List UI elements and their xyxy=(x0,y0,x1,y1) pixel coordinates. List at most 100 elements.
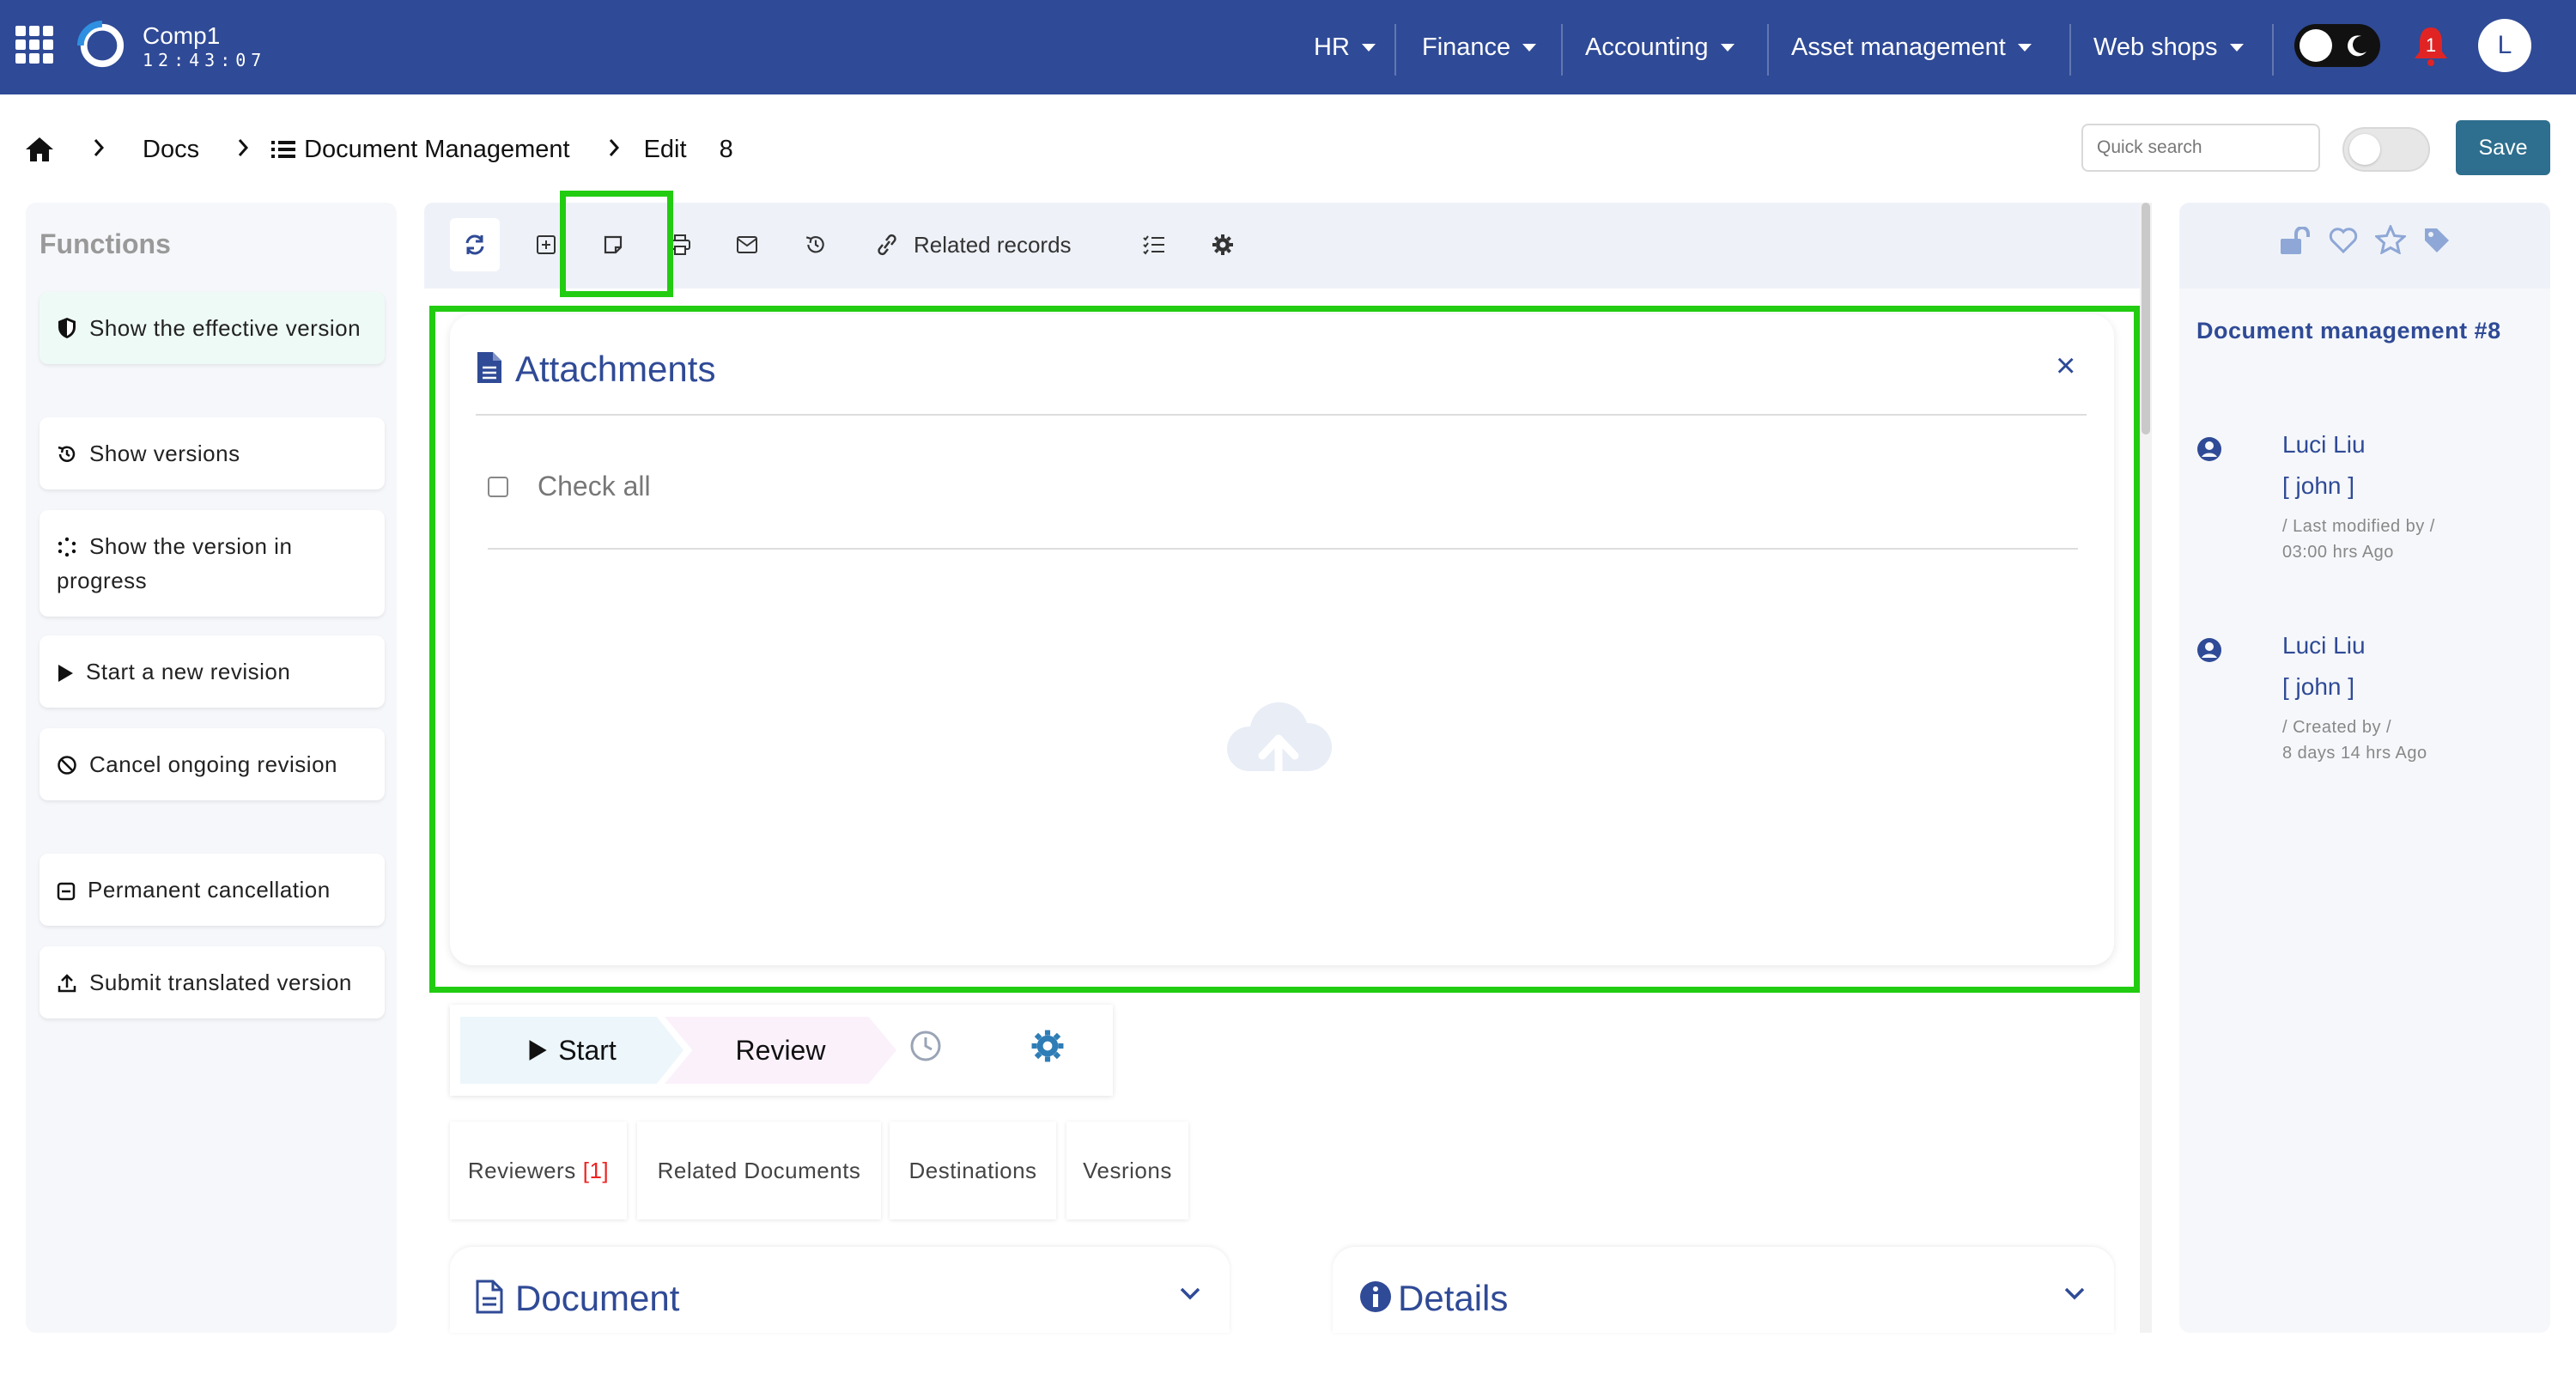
details-card: Details xyxy=(1333,1247,2114,1333)
record-toolbar: Related records xyxy=(424,203,2147,289)
entry-meta: / Last modified by / 03:00 hrs Ago xyxy=(2282,514,2435,565)
function-show-version-in-progress[interactable]: Show the version in progress xyxy=(39,510,385,617)
top-navbar: Comp1 12:43:07 HR Finance Accounting Ass… xyxy=(0,0,2576,94)
menu-finance[interactable]: Finance xyxy=(1422,0,1537,94)
tag-icon[interactable] xyxy=(2423,227,2451,254)
tab-reviewers[interactable]: Reviewers [1] xyxy=(450,1122,627,1219)
document-card: Document xyxy=(450,1247,1230,1333)
history-icon xyxy=(805,236,824,253)
workflow-stepper: Start Review xyxy=(450,1005,1113,1096)
notification-count: 1 xyxy=(2426,34,2436,56)
highlight-attachments-button xyxy=(560,191,673,297)
clock: 12:43:07 xyxy=(143,50,267,70)
upload-icon xyxy=(58,974,76,993)
play-icon xyxy=(58,665,73,682)
function-show-effective-version[interactable]: Show the effective version xyxy=(39,292,385,364)
view-toggle[interactable] xyxy=(2342,127,2430,172)
user-username[interactable]: [ john ] xyxy=(2282,472,2354,500)
quick-search-input[interactable] xyxy=(2081,124,2320,172)
dark-mode-toggle[interactable] xyxy=(2294,24,2380,67)
unlock-icon[interactable] xyxy=(2279,227,2312,256)
minus-square-icon xyxy=(57,882,76,901)
user-avatar[interactable]: L xyxy=(2478,19,2531,72)
company-logo-icon[interactable] xyxy=(76,21,125,70)
functions-panel: Functions Show the effective version Sho… xyxy=(26,203,397,1333)
caret-down-icon xyxy=(1720,43,1735,52)
menu-divider xyxy=(1394,24,1396,76)
tab-related-documents[interactable]: Related Documents xyxy=(637,1122,881,1219)
history-button[interactable] xyxy=(799,218,833,271)
menu-accounting[interactable]: Accounting xyxy=(1585,0,1735,94)
menu-divider xyxy=(2272,24,2274,76)
menu-web-shops[interactable]: Web shops xyxy=(2093,0,2244,94)
save-button[interactable]: Save xyxy=(2456,120,2550,175)
menu-hr[interactable]: HR xyxy=(1314,0,1376,94)
entry-meta: / Created by / 8 days 14 hrs Ago xyxy=(2282,714,2427,766)
chevron-down-icon[interactable] xyxy=(1180,1286,1200,1300)
toggle-knob xyxy=(2300,29,2332,62)
scrollbar-thumb[interactable] xyxy=(2142,203,2150,435)
apps-grid-icon[interactable] xyxy=(15,26,53,64)
breadcrumb-action: Edit xyxy=(643,135,687,163)
chevron-right-icon xyxy=(608,136,620,164)
related-records-button[interactable]: Related records xyxy=(874,218,1072,271)
info-circle-icon xyxy=(1360,1281,1391,1312)
heart-icon[interactable] xyxy=(2329,227,2358,254)
checklist-icon xyxy=(1143,235,1164,255)
user-name[interactable]: Luci Liu xyxy=(2282,632,2366,660)
checklist-button[interactable] xyxy=(1137,218,1171,271)
user-username[interactable]: [ john ] xyxy=(2282,673,2354,701)
breadcrumb: Docs Document Management Edit 8 xyxy=(24,125,733,173)
entry-action: / Last modified by / xyxy=(2282,517,2435,536)
user-name[interactable]: Luci Liu xyxy=(2282,431,2366,459)
function-submit-translated-version[interactable]: Submit translated version xyxy=(39,946,385,1018)
clock-icon[interactable] xyxy=(908,1029,943,1063)
notification-bell-icon[interactable]: 1 xyxy=(2411,24,2451,67)
settings-button[interactable] xyxy=(1206,218,1240,271)
workflow-step-start[interactable]: Start xyxy=(460,1017,683,1084)
tab-destinations[interactable]: Destinations xyxy=(890,1122,1056,1219)
refresh-button[interactable] xyxy=(450,218,500,271)
gear-icon[interactable] xyxy=(1030,1029,1065,1063)
chevron-right-icon xyxy=(237,136,249,164)
function-start-new-revision[interactable]: Start a new revision xyxy=(39,635,385,708)
menu-divider xyxy=(2069,24,2071,76)
tab-versions[interactable]: Vesrions xyxy=(1066,1122,1188,1219)
record-id: 8 xyxy=(719,135,733,163)
link-icon xyxy=(878,234,896,256)
document-card-title: Document xyxy=(515,1278,680,1318)
menu-divider xyxy=(1561,24,1563,76)
chevron-down-icon[interactable] xyxy=(2064,1286,2085,1300)
toggle-knob xyxy=(2349,134,2380,165)
caret-down-icon xyxy=(1522,43,1537,52)
entry-time: 03:00 hrs Ago xyxy=(2282,543,2394,562)
caret-down-icon xyxy=(1361,43,1376,52)
record-title: Document management #8 xyxy=(2196,318,2501,344)
history-icon xyxy=(58,446,76,462)
record-info-panel: Document management #8 Luci Liu [ john ]… xyxy=(2179,203,2550,1333)
play-icon xyxy=(529,1040,547,1061)
reviewers-count: [1] xyxy=(582,1157,610,1183)
ban-icon xyxy=(58,756,76,775)
entry-time: 8 days 14 hrs Ago xyxy=(2282,744,2427,763)
record-actions-bar xyxy=(2179,203,2550,289)
home-icon[interactable] xyxy=(24,136,55,163)
menu-asset-management[interactable]: Asset management xyxy=(1791,0,2032,94)
content-scrollbar[interactable] xyxy=(2140,203,2152,1333)
workflow-step-review[interactable]: Review xyxy=(665,1017,896,1084)
star-icon[interactable] xyxy=(2375,225,2406,254)
breadcrumb-module[interactable]: Document Management xyxy=(304,136,570,164)
add-record-button[interactable] xyxy=(529,218,563,271)
function-show-versions[interactable]: Show versions xyxy=(39,417,385,489)
plus-square-icon xyxy=(537,235,556,254)
entry-action: / Created by / xyxy=(2282,718,2392,737)
user-circle-icon xyxy=(2197,437,2221,461)
highlight-attachments-panel xyxy=(429,306,2140,993)
breadcrumb-docs[interactable]: Docs xyxy=(143,136,199,164)
function-cancel-ongoing-revision[interactable]: Cancel ongoing revision xyxy=(39,728,385,800)
function-permanent-cancellation[interactable]: Permanent cancellation xyxy=(39,854,385,926)
menu-divider xyxy=(1767,24,1769,76)
refresh-icon xyxy=(465,234,484,255)
email-button[interactable] xyxy=(730,218,764,271)
caret-down-icon xyxy=(2229,43,2244,52)
